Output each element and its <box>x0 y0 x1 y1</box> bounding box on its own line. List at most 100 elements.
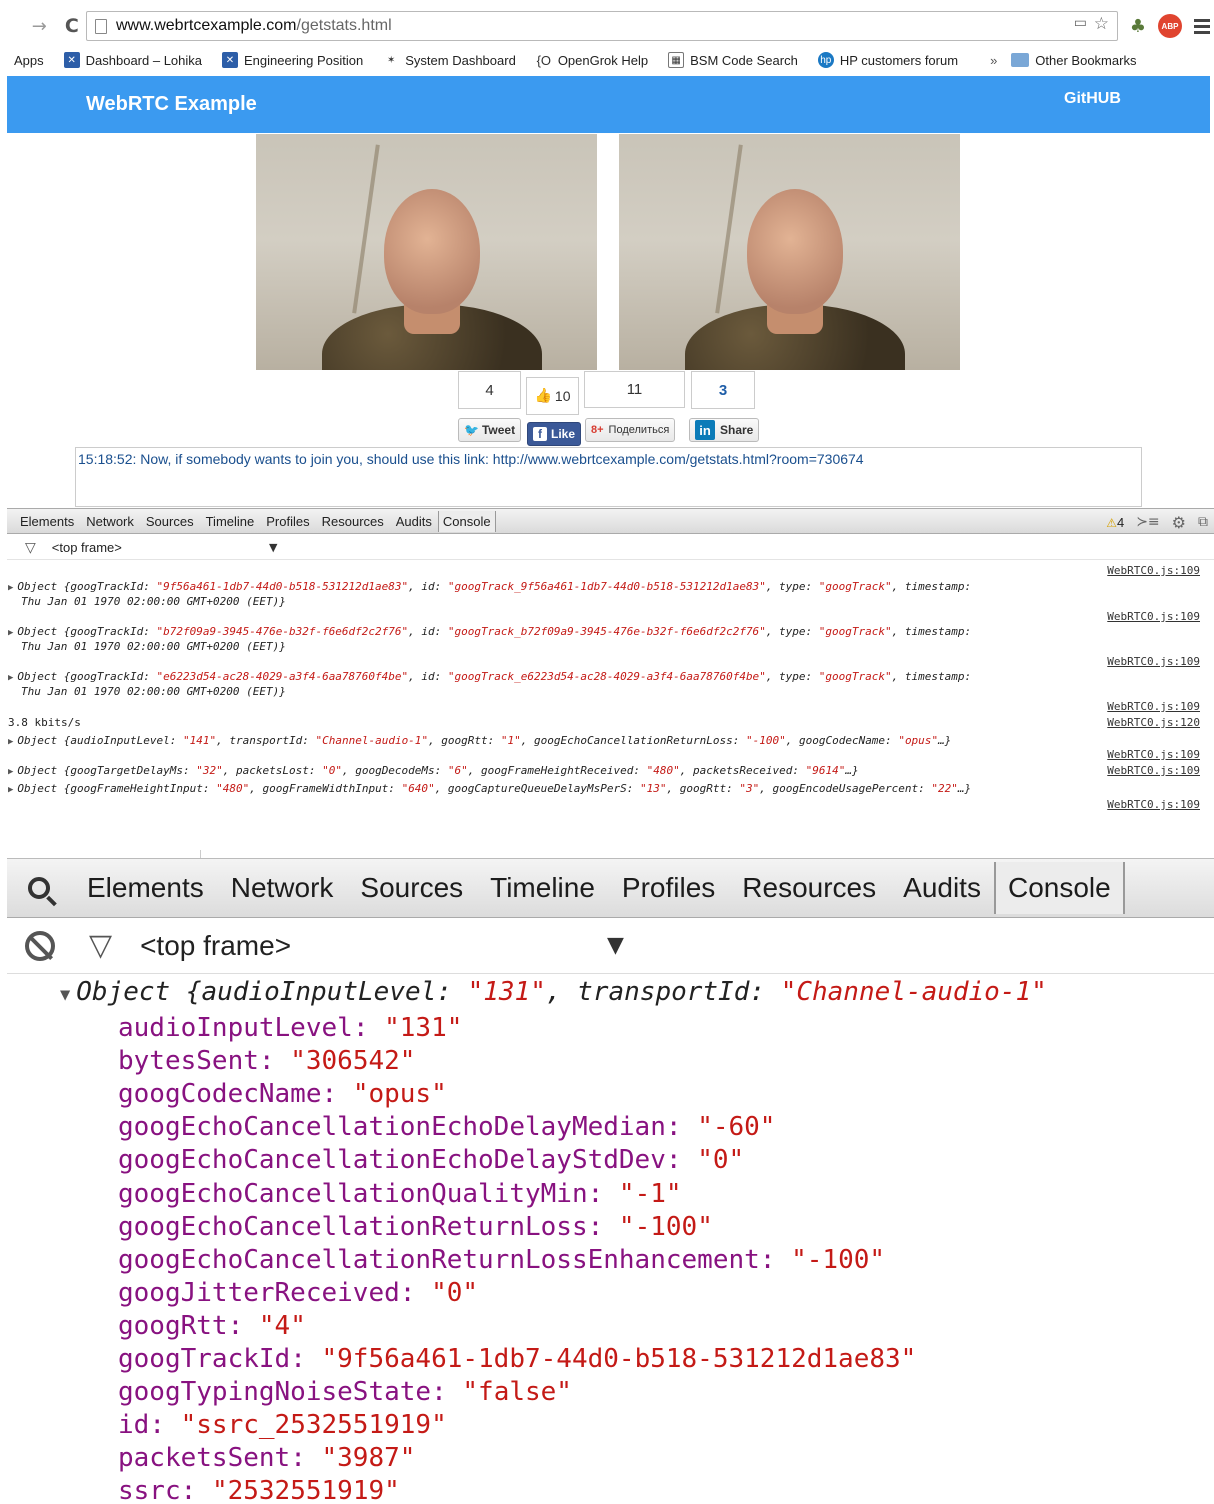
expand-triangle-icon[interactable]: ▶ <box>8 785 13 795</box>
tab-resources[interactable]: Resources <box>322 514 384 529</box>
settings-gear-icon[interactable]: ⚙ <box>1172 513 1186 532</box>
cast-icon[interactable]: ▭ <box>1074 15 1087 31</box>
tab-sources[interactable]: Sources <box>146 514 194 529</box>
property-key: googTrackId <box>118 1344 291 1375</box>
expand-triangle-icon[interactable]: ▶ <box>8 673 13 683</box>
other-bookmarks-folder[interactable]: Other Bookmarks <box>1011 53 1136 68</box>
expand-triangle-icon[interactable]: ▶ <box>8 583 13 593</box>
expand-triangle-icon[interactable]: ▶ <box>8 767 13 777</box>
tab-elements[interactable]: Elements <box>87 872 204 904</box>
filter-icon[interactable]: ▽ <box>89 928 112 963</box>
source-link[interactable]: WebRTC0.js:109 <box>1107 655 1200 669</box>
bookmark-apps[interactable]: Apps <box>14 53 44 68</box>
tab-audits[interactable]: Audits <box>903 872 981 904</box>
bookmarks-bar: Apps ✕ Dashboard – Lohika ✕ Engineering … <box>0 48 1214 72</box>
tab-elements[interactable]: Elements <box>20 514 74 529</box>
tweet-count: 4 <box>458 371 521 409</box>
property-value: "306542" <box>290 1046 416 1077</box>
room-link[interactable]: http://www.webrtcexample.com/getstats.ht… <box>493 451 864 467</box>
frame-select[interactable]: <top frame> <box>140 930 291 962</box>
tab-network[interactable]: Network <box>231 872 334 904</box>
expand-triangle-icon[interactable]: ▶ <box>8 737 13 747</box>
property-key: googRtt <box>118 1310 228 1341</box>
drawer-toggle-icon[interactable]: ≻≡ <box>1136 514 1159 530</box>
facebook-like-button[interactable]: f Like <box>527 422 582 446</box>
tab-profiles[interactable]: Profiles <box>266 514 309 529</box>
source-link[interactable]: WebRTC0.js:109 <box>1107 564 1200 578</box>
console-message: ▶ Object {googTrackId: "b72f09a9-3945-476… <box>8 625 1200 668</box>
object-property: googEchoCancellationEchoDelayMedian: "-6… <box>118 1112 776 1143</box>
chrome-menu-icon[interactable] <box>1194 18 1210 34</box>
collapse-triangle-icon[interactable]: ▼ <box>60 985 70 1005</box>
object-property: googCodecName: "opus" <box>118 1079 447 1110</box>
expand-triangle-icon[interactable]: ▶ <box>8 628 13 638</box>
like-count: 👍 10 <box>526 377 579 415</box>
twitter-bird-icon: 🐦 <box>464 423 479 437</box>
more-bookmarks-chevron[interactable]: » <box>990 53 997 68</box>
dropdown-arrow-icon[interactable]: ▼ <box>269 541 277 554</box>
tab-console[interactable]: Console <box>993 862 1125 914</box>
object-property: googTypingNoiseState: "false" <box>118 1377 572 1408</box>
tab-console[interactable]: Console <box>437 510 496 532</box>
source-link[interactable]: WebRTC0.js:109 <box>1107 700 1200 714</box>
github-link[interactable]: GitHUB <box>1064 90 1121 108</box>
bookmark-dashboard-lohika[interactable]: ✕ Dashboard – Lohika <box>63 52 202 68</box>
dock-icon[interactable]: ⧉ <box>1198 514 1208 530</box>
page-icon <box>95 18 107 34</box>
tab-resources[interactable]: Resources <box>742 872 876 904</box>
bookmark-bsm-code-search[interactable]: ▦ BSM Code Search <box>668 52 798 68</box>
bookmark-hp-customers-forum[interactable]: hp HP customers forum <box>817 52 958 68</box>
adblock-plus-icon[interactable]: ABP <box>1158 14 1182 38</box>
brand-link[interactable]: WebRTC Example <box>86 93 257 116</box>
source-link[interactable]: WebRTC0.js:109 <box>1107 610 1200 624</box>
source-link[interactable]: WebRTC0.js:109 <box>1107 798 1200 812</box>
object-summary[interactable]: ▼ Object {audioInputLevel: "131", transpo… <box>60 976 1047 1012</box>
like-label: Like <box>551 427 576 441</box>
linkedin-share-button[interactable]: in Share <box>689 418 760 442</box>
bsm-icon: ▦ <box>668 52 685 68</box>
chat-message-text: 15:18:52: Now, if somebody wants to join… <box>78 451 493 467</box>
warning-icon: ⚠ <box>1106 515 1117 530</box>
source-link[interactable]: WebRTC0.js:109 <box>1107 748 1200 762</box>
tweet-button[interactable]: 🐦 Tweet <box>458 418 522 442</box>
warning-counter[interactable]: ⚠4 <box>1106 515 1124 530</box>
url-host: www.webrtcexample.com <box>116 17 297 34</box>
console-message-audio: ▶ Object {audioInputLevel: "141", transpo… <box>8 734 952 747</box>
filter-icon[interactable]: ▽ <box>25 540 36 556</box>
object-property: googRtt: "4" <box>118 1310 306 1341</box>
dropdown-arrow-icon[interactable]: ▼ <box>607 933 624 958</box>
extension-puzzle-icon[interactable]: ♣ <box>1130 16 1146 37</box>
site-navbar: WebRTC Example GitHUB <box>7 76 1210 133</box>
bookmark-star-icon[interactable]: ☆ <box>1094 14 1109 34</box>
tab-timeline[interactable]: Timeline <box>206 514 255 529</box>
property-key: bytesSent <box>118 1046 259 1077</box>
google-plus-icon: 8+ <box>591 424 604 436</box>
bookmark-opengrok-help[interactable]: {O OpenGrok Help <box>536 52 649 68</box>
tweet-label: Tweet <box>481 423 516 437</box>
tab-sources[interactable]: Sources <box>360 872 463 904</box>
console-message: ▶ Object {googTrackId: "e6223d54-ac28-402… <box>8 670 1200 713</box>
jira-icon: ✕ <box>63 52 80 68</box>
expanded-object: ▼ Object {audioInputLevel: "131", transpo… <box>60 976 1047 1504</box>
bookmark-engineering-position[interactable]: ✕ Engineering Position <box>222 52 363 68</box>
forward-arrow-icon[interactable]: → <box>32 16 47 37</box>
tab-audits[interactable]: Audits <box>396 514 432 529</box>
tab-network[interactable]: Network <box>86 514 134 529</box>
clear-console-icon[interactable] <box>25 930 55 961</box>
frame-select[interactable]: <top frame> <box>52 540 122 555</box>
reload-icon[interactable]: C <box>65 15 79 37</box>
source-link[interactable]: WebRTC0.js:120 <box>1107 716 1200 730</box>
source-link[interactable]: WebRTC0.js:109 <box>1107 764 1200 778</box>
property-key: googCodecName <box>118 1079 322 1110</box>
property-key: audioInputLevel <box>118 1013 353 1044</box>
address-bar[interactable]: www.webrtcexample.com/getstats.html ☆ ▭ <box>86 11 1118 41</box>
object-property: googEchoCancellationReturnLoss: "-100" <box>118 1211 713 1242</box>
search-icon[interactable] <box>7 877 71 899</box>
bookmark-system-dashboard[interactable]: ✶ System Dashboard <box>383 52 516 68</box>
property-value: "0" <box>431 1277 479 1308</box>
gplus-share-button[interactable]: 8+ Поделиться <box>585 418 676 442</box>
gplus-label: Поделиться <box>608 424 670 436</box>
tab-profiles[interactable]: Profiles <box>622 872 715 904</box>
back-arrow-icon[interactable]: · <box>0 16 2 37</box>
tab-timeline[interactable]: Timeline <box>490 872 595 904</box>
